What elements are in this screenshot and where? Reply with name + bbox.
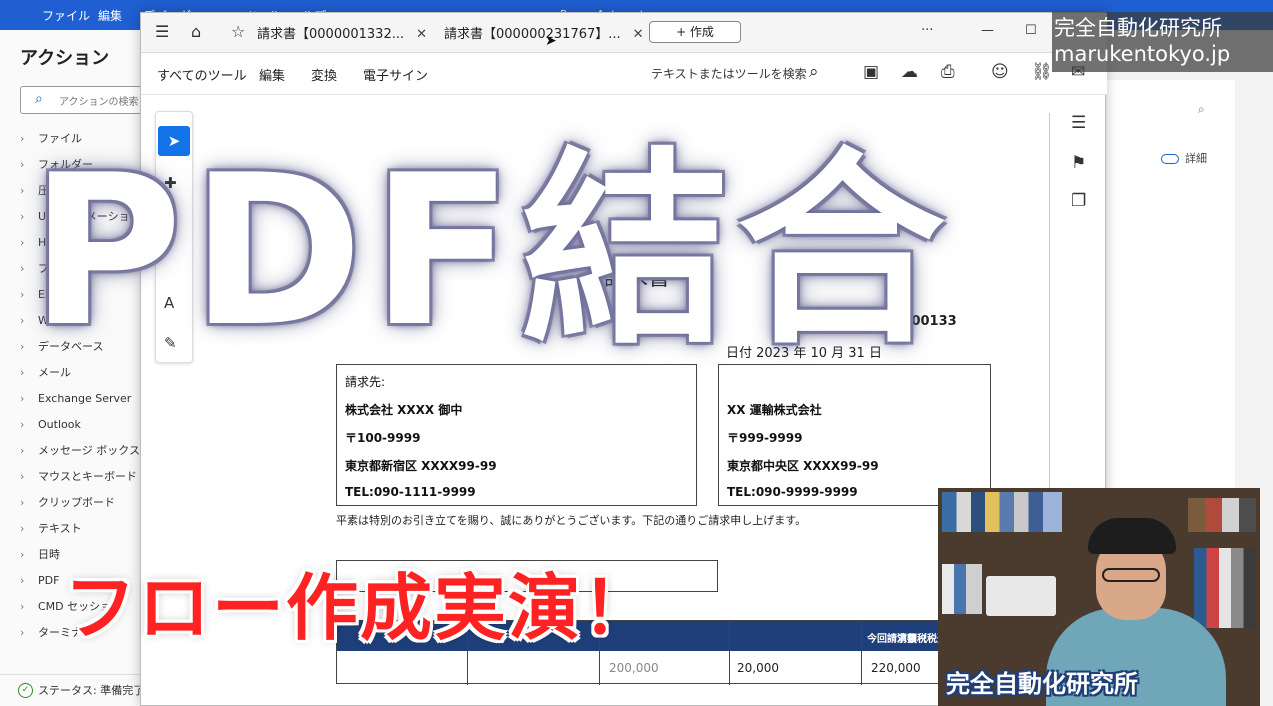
maximize-icon[interactable]: ☐ — [1025, 23, 1037, 38]
menu-edit-pdf[interactable]: 編集 — [259, 65, 285, 84]
overlay-title: PDF結合 — [30, 131, 954, 373]
status-text: ステータス: 準備完了 — [38, 684, 145, 697]
action-group-label: マウスとキーボード — [38, 470, 137, 483]
menu-e-sign[interactable]: 電子サイン — [363, 65, 428, 84]
tab-invoice-1[interactable]: 請求書【0000001332... ✕ — [257, 23, 427, 42]
chevron-right-icon: › — [20, 444, 25, 457]
search-icon[interactable]: ⌕ — [809, 62, 819, 82]
menu-convert[interactable]: 変換 — [311, 65, 337, 84]
bookmark-icon[interactable]: ⚑ — [1071, 153, 1086, 173]
action-group[interactable]: › メッセージ ボックス — [20, 438, 141, 464]
bill-to-company: 株式会社 XXXX 御中 — [345, 403, 463, 417]
actions-title: アクション — [20, 48, 110, 69]
print-icon[interactable]: ⎙ — [941, 62, 955, 82]
toggle-icon — [1161, 154, 1179, 164]
home-icon[interactable]: ⌂ — [191, 22, 201, 41]
close-icon[interactable]: ✕ — [416, 27, 427, 42]
books — [1188, 498, 1256, 532]
more-options-icon[interactable]: ··· — [921, 23, 933, 38]
channel-watermark: 完全自動化研究所 marukentokyo.jp — [1052, 12, 1273, 72]
sender-phone: TEL:090-9999-9999 — [727, 485, 858, 499]
sender-postcode: 〒999-9999 — [727, 431, 803, 445]
detail-label: 詳細 — [1185, 152, 1207, 165]
books — [942, 564, 982, 614]
status-bar: ✓ ステータス: 準備完了 — [0, 674, 150, 706]
table-cell-tax: 20,000 — [737, 661, 779, 675]
chevron-right-icon: › — [20, 418, 25, 431]
chevron-right-icon: › — [20, 470, 25, 483]
watermark-url: marukentokyo.jp — [1054, 42, 1231, 66]
chevron-right-icon: › — [20, 392, 25, 405]
webcam-caption: 完全自動化研究所 — [946, 670, 1138, 698]
printer — [986, 576, 1056, 616]
action-group-label: 日時 — [38, 548, 60, 561]
chevron-right-icon: › — [20, 522, 25, 535]
greeting-text: 平素は特別のお引き立てを賜り、誠にありがとうございます。下記の通りご請求申し上げ… — [336, 514, 807, 527]
action-group-label: PDF — [38, 574, 60, 587]
save-icon[interactable]: ▣ — [863, 62, 879, 82]
books — [942, 492, 1062, 532]
sender-address: 東京都中央区 XXXX99-99 — [727, 459, 879, 473]
watermark-name: 完全自動化研究所 — [1054, 16, 1222, 40]
actions-search-placeholder: アクションの検索 — [59, 97, 139, 108]
chevron-right-icon: › — [20, 574, 25, 587]
sender-box: XX 運輸株式会社 〒999-9999 東京都中央区 XXXX99-99 TEL… — [718, 364, 991, 506]
action-group-label: メッセージ ボックス — [38, 444, 140, 457]
action-group-label: テキスト — [38, 522, 82, 535]
tab-invoice-2[interactable]: 請求書【000000231767】... ✕ — [444, 23, 644, 42]
search-icon[interactable]: ⌕ — [1198, 102, 1205, 117]
books — [1194, 548, 1256, 628]
action-group-label: クリップボード — [38, 496, 115, 509]
menu-file[interactable]: ファイル — [42, 7, 90, 24]
action-group[interactable]: › Outlook — [20, 412, 141, 438]
table-cell-subtotal: 200,000 — [609, 661, 659, 675]
mouse-cursor-icon: ➤ — [545, 33, 557, 49]
tab-label: 請求書【0000001332... — [257, 27, 405, 42]
share-user-icon[interactable]: ☺ — [991, 62, 1009, 82]
minimize-icon[interactable]: — — [981, 23, 994, 38]
menu-all-tools[interactable]: すべてのツール — [157, 65, 247, 84]
detail-toggle[interactable]: 詳細 — [1161, 150, 1207, 166]
hamburger-menu-icon[interactable]: ☰ — [155, 22, 169, 41]
divider — [861, 621, 862, 685]
link-icon[interactable]: ⛓ — [1031, 62, 1053, 82]
search-icon: ⌕ — [35, 91, 43, 107]
tool-search-label[interactable]: テキストまたはツールを検索 — [651, 65, 807, 82]
action-group-label: Exchange Server — [38, 392, 132, 405]
sender-company: XX 運輸株式会社 — [727, 403, 822, 417]
bill-to-address: 東京都新宿区 XXXX99-99 — [345, 459, 497, 473]
chevron-right-icon: › — [20, 626, 25, 639]
chevron-right-icon: › — [20, 548, 25, 561]
pages-icon[interactable]: ❐ — [1071, 191, 1086, 211]
bill-to-box: 請求先: 株式会社 XXXX 御中 〒100-9999 東京都新宿区 XXXX9… — [336, 364, 697, 506]
actions-search-input[interactable]: ⌕ アクションの検索 — [20, 86, 155, 114]
create-button[interactable]: + 作成 — [649, 21, 741, 43]
action-group[interactable]: › テキスト — [20, 516, 141, 542]
menu-edit[interactable]: 編集 — [98, 7, 122, 24]
chevron-right-icon: › — [20, 600, 25, 613]
action-group[interactable]: › クリップボード — [20, 490, 141, 516]
action-group[interactable]: › マウスとキーボード — [20, 464, 141, 490]
divider — [729, 621, 730, 685]
glasses — [1102, 568, 1160, 582]
acrobat-tab-bar: ☰ ⌂ ☆ 請求書【0000001332... ✕ 請求書【00000023176… — [141, 13, 1107, 53]
upload-cloud-icon[interactable]: ☁ — [901, 62, 918, 82]
close-icon[interactable]: ✕ — [633, 27, 644, 42]
acrobat-toolbar: すべてのツール 編集 変換 電子サイン テキストまたはツールを検索 ⌕ ▣ ☁ … — [141, 53, 1107, 95]
action-group-label: Outlook — [38, 418, 81, 431]
bill-to-postcode: 〒100-9999 — [345, 431, 421, 445]
chevron-right-icon: › — [20, 496, 25, 509]
comment-icon[interactable]: ☰ — [1071, 113, 1086, 133]
person-cap — [1088, 518, 1176, 554]
action-group[interactable]: › 日時 — [20, 542, 141, 568]
bill-to-label: 請求先: — [345, 375, 386, 389]
overlay-subtitle: フロー作成実演！ — [64, 566, 657, 650]
check-circle-icon: ✓ — [18, 683, 33, 698]
table-cell-total: 220,000 — [871, 661, 921, 675]
bill-to-phone: TEL:090-1111-9999 — [345, 485, 476, 499]
action-group[interactable]: › Exchange Server — [20, 386, 141, 412]
tab-label: 請求書【000000231767】... — [444, 27, 621, 42]
star-icon[interactable]: ☆ — [231, 22, 245, 41]
